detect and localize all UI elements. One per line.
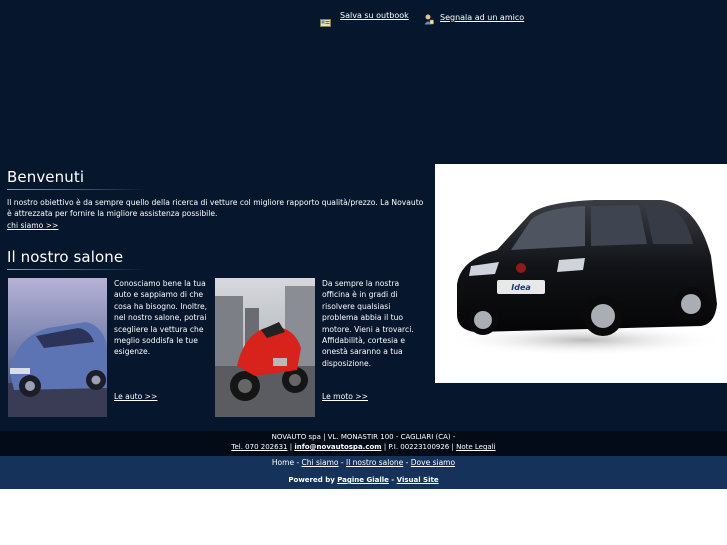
tell-friend-link[interactable]: Segnala ad un amico <box>440 13 524 22</box>
auto-description: Conosciamo bene la tua auto e sappiamo d… <box>114 279 208 357</box>
footer-email-link[interactable]: info@novautospa.com <box>294 443 381 451</box>
footer-nav-sep: - <box>338 458 346 467</box>
chi-siamo-link[interactable]: chi siamo >> <box>7 221 58 230</box>
footer-nav-home[interactable]: Home <box>272 458 294 467</box>
footer-nav-sep: - <box>294 458 302 467</box>
footer-nav-salone[interactable]: Il nostro salone <box>346 458 403 467</box>
footer-nav-bar: Home - Chi siamo - Il nostro salone - Do… <box>0 456 727 489</box>
moto-thumbnail[interactable] <box>215 278 315 417</box>
save-outlook-link[interactable]: Salva su outbook <box>340 11 409 20</box>
car-plate-badge: Idea <box>511 283 531 292</box>
pagine-gialle-link[interactable]: Pagine Gialle <box>337 476 389 484</box>
footer-piva: | P.I. 00223100926 | <box>381 443 457 451</box>
auto-thumbnail[interactable] <box>8 278 107 417</box>
page-background: Salva su outbook Segnala ad un amico Ben… <box>0 0 727 489</box>
footer-tel-link[interactable]: Tel. 070 202631 <box>231 443 287 451</box>
footer-nav-chi-siamo[interactable]: Chi siamo <box>302 458 339 467</box>
powered-sep: - <box>388 476 397 484</box>
welcome-divider <box>7 189 147 190</box>
footer-address: NOVAUTO spa | VL. MONASTIR 100 - CAGLIAR… <box>271 433 456 441</box>
moto-description: Da sempre la nostra officina è in gradi … <box>322 279 414 368</box>
le-auto-link[interactable]: Le auto >> <box>114 392 157 401</box>
visual-site-link[interactable]: Visual Site <box>397 476 439 484</box>
salone-divider <box>7 269 147 270</box>
le-moto-link[interactable]: Le moto >> <box>322 392 368 401</box>
footer-nav-dove-siamo[interactable]: Dove siamo <box>411 458 455 467</box>
featured-car-image: Idea <box>435 164 727 383</box>
friend-person-icon[interactable] <box>424 10 434 29</box>
footer-powered: Powered by Pagine Gialle - Visual Site <box>0 476 727 484</box>
welcome-text: Il nostro obiettivo è da sempre quello d… <box>7 198 424 219</box>
outlook-card-icon[interactable] <box>320 12 331 31</box>
footer-nav: Home - Chi siamo - Il nostro salone - Do… <box>0 458 727 467</box>
footer-contact-bar: NOVAUTO spa | VL. MONASTIR 100 - CAGLIAR… <box>0 431 727 456</box>
welcome-heading: Benvenuti <box>7 168 85 186</box>
footer-legal-link[interactable]: Note Legali <box>456 443 496 451</box>
footer-contacts: Tel. 070 202631 | info@novautospa.com | … <box>0 443 727 451</box>
salone-heading: Il nostro salone <box>7 248 124 266</box>
powered-by-label: Powered by <box>288 476 338 484</box>
footer-nav-sep: - <box>403 458 411 467</box>
